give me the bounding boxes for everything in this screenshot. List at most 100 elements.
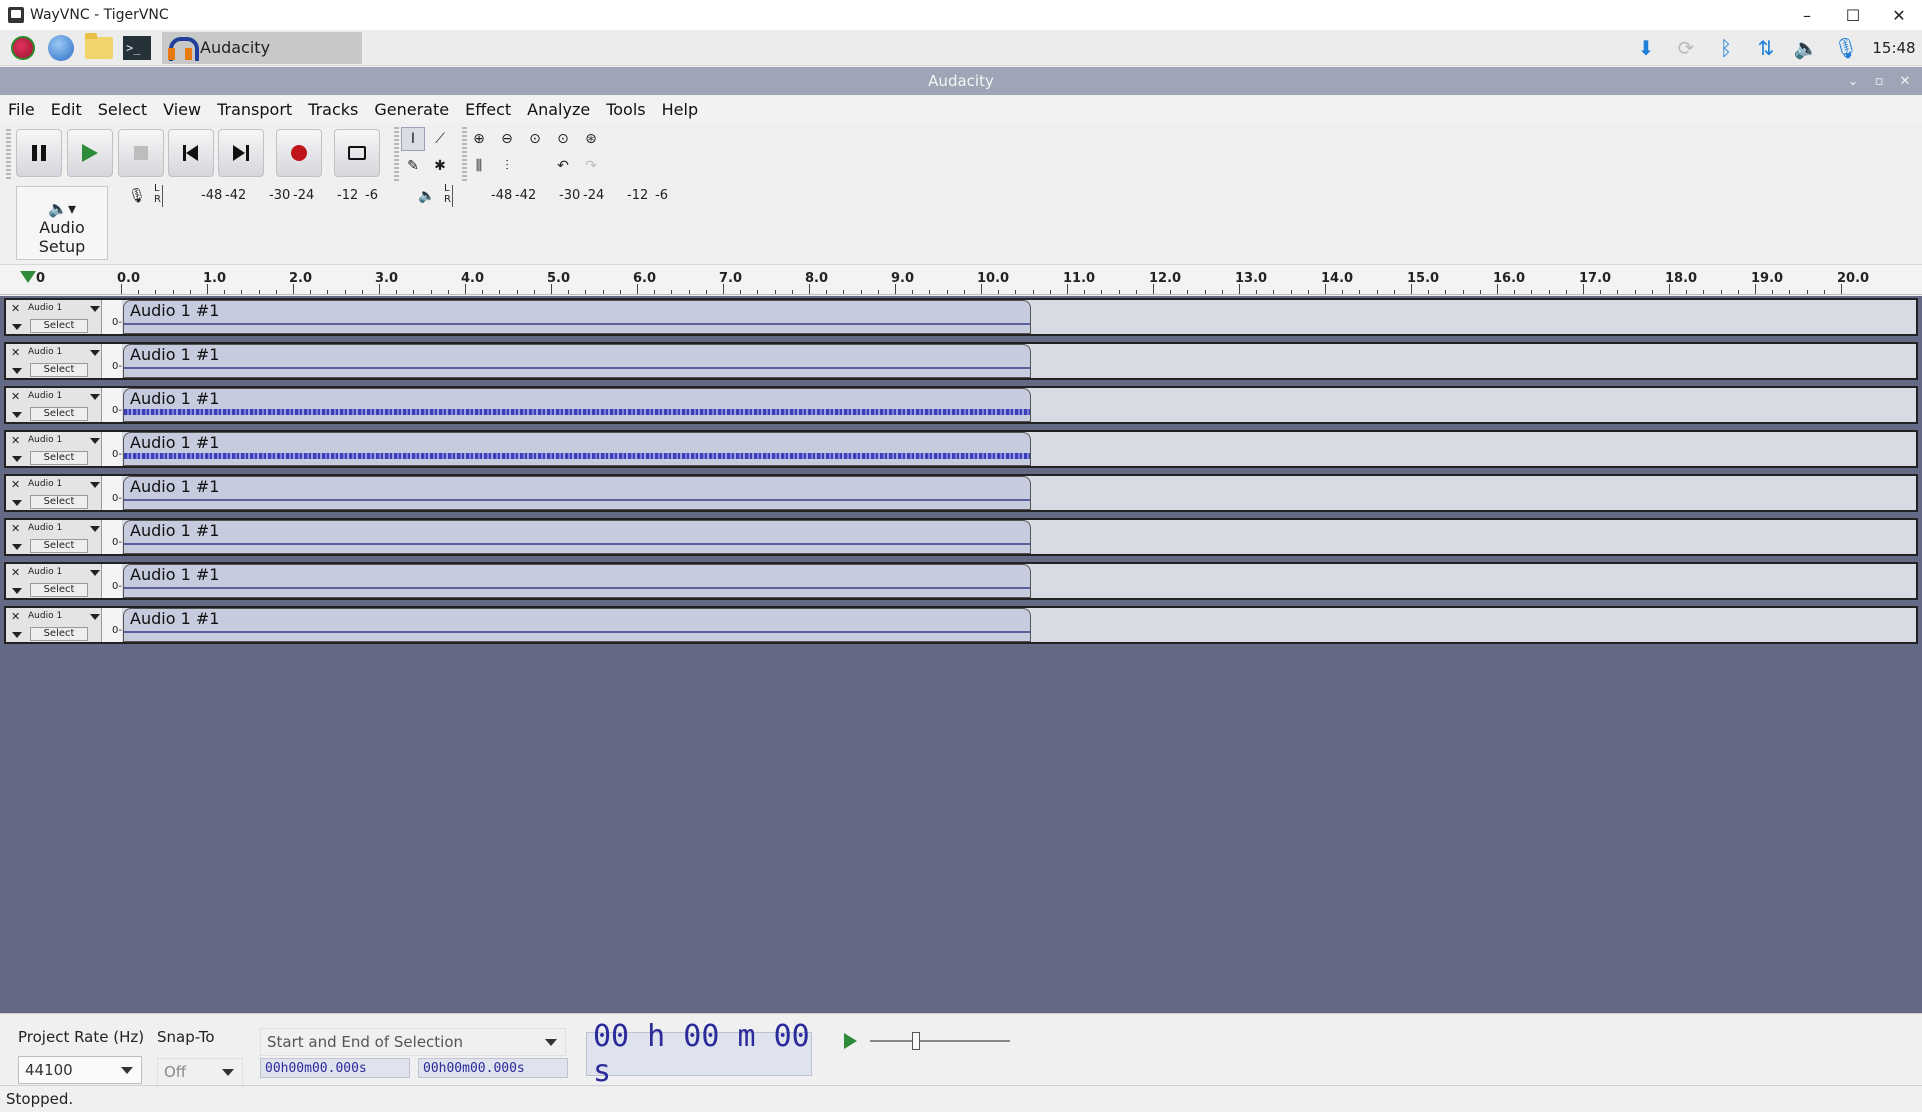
selection-mode-combo[interactable]: Start and End of Selection [260, 1028, 566, 1056]
track[interactable]: ✕ Audio 1 Select 0- Audio 1 #1 [4, 298, 1918, 336]
snap-to-combo[interactable]: Off [157, 1058, 243, 1086]
selection-start-time[interactable]: 00h00m00.000s [260, 1058, 410, 1078]
clip-name[interactable]: Audio 1 #1 [130, 433, 219, 452]
record-button[interactable] [276, 129, 322, 177]
collapse-track-icon[interactable] [12, 324, 22, 330]
menu-file[interactable]: File [0, 100, 43, 119]
track-control-panel[interactable]: ✕ Audio 1 Select [6, 608, 102, 642]
track-empty-area[interactable] [1033, 300, 1916, 334]
track-name[interactable]: Audio 1 [28, 347, 62, 357]
redo-button[interactable]: ↷ [579, 154, 603, 178]
menu-effect[interactable]: Effect [457, 100, 519, 119]
track-select-button[interactable]: Select [30, 319, 88, 333]
collapse-track-icon[interactable] [12, 500, 22, 506]
vertical-scale[interactable]: 0- [102, 520, 122, 554]
selection-tool[interactable]: I [401, 127, 425, 151]
vertical-scale[interactable]: 0- [102, 564, 122, 598]
track-empty-area[interactable] [1033, 388, 1916, 422]
raspberry-menu-button[interactable] [8, 33, 38, 63]
track-control-panel[interactable]: ✕ Audio 1 Select [6, 300, 102, 334]
close-button[interactable]: ✕ [1876, 0, 1922, 30]
trim-button[interactable]: ⫼ [467, 154, 491, 178]
draw-tool[interactable]: ✎ [401, 154, 425, 178]
audio-clip[interactable]: Audio 1 #1 [123, 564, 1031, 598]
zoom-out-button[interactable]: ⊖ [495, 127, 519, 151]
file-manager-launcher[interactable] [84, 32, 114, 63]
vertical-scale[interactable]: 0- [102, 432, 122, 466]
track[interactable]: ✕ Audio 1 Select 0- Audio 1 #1 [4, 474, 1918, 512]
project-rate-combo[interactable]: 44100 [18, 1056, 142, 1084]
fit-selection-button[interactable]: ⊙ [523, 127, 547, 151]
clip-name[interactable]: Audio 1 #1 [130, 301, 219, 320]
audio-setup-button[interactable]: 🔈▾ Audio Setup [16, 186, 108, 260]
play-head-icon[interactable] [20, 271, 36, 283]
microphone-icon[interactable]: 🎙 [1826, 33, 1866, 63]
track-empty-area[interactable] [1033, 564, 1916, 598]
terminal-launcher[interactable]: >_ [122, 33, 152, 63]
collapse-track-icon[interactable] [12, 456, 22, 462]
track-select-button[interactable]: Select [30, 451, 88, 465]
slider-thumb[interactable] [912, 1032, 920, 1050]
track-control-panel[interactable]: ✕ Audio 1 Select [6, 520, 102, 554]
clip-name[interactable]: Audio 1 #1 [130, 389, 219, 408]
play-button[interactable] [67, 129, 113, 177]
audio-clip[interactable]: Audio 1 #1 [123, 300, 1031, 334]
track-control-panel[interactable]: ✕ Audio 1 Select [6, 432, 102, 466]
track-menu-chevron-icon[interactable] [90, 394, 100, 400]
audio-clip[interactable]: Audio 1 #1 [123, 476, 1031, 510]
track-menu-chevron-icon[interactable] [90, 614, 100, 620]
track-name[interactable]: Audio 1 [28, 523, 62, 533]
zoom-in-button[interactable]: ⊕ [467, 127, 491, 151]
restore-icon[interactable]: ▫ [1866, 74, 1892, 89]
track-control-panel[interactable]: ✕ Audio 1 Select [6, 344, 102, 378]
track-menu-chevron-icon[interactable] [90, 438, 100, 444]
track-control-panel[interactable]: ✕ Audio 1 Select [6, 564, 102, 598]
menu-view[interactable]: View [155, 100, 209, 119]
track-name[interactable]: Audio 1 [28, 391, 62, 401]
track[interactable]: ✕ Audio 1 Select 0- Audio 1 #1 [4, 430, 1918, 468]
toolbar-grip[interactable] [394, 127, 399, 181]
timeline-ruler[interactable]: 0 0.0 1.0 2.0 3.0 4.0 5.0 6.0 7.0 8.0 9.0 10.0 11.0 1… [0, 265, 1922, 295]
track-select-button[interactable]: Select [30, 363, 88, 377]
volume-icon[interactable]: 🔈 [1786, 33, 1826, 63]
chevron-down-icon[interactable]: ⌄ [1840, 74, 1866, 89]
collapse-track-icon[interactable] [12, 632, 22, 638]
track[interactable]: ✕ Audio 1 Select 0- Audio 1 #1 [4, 606, 1918, 644]
collapse-track-icon[interactable] [12, 544, 22, 550]
menu-edit[interactable]: Edit [43, 100, 90, 119]
track-control-panel[interactable]: ✕ Audio 1 Select [6, 476, 102, 510]
track-select-button[interactable]: Select [30, 627, 88, 641]
clip-name[interactable]: Audio 1 #1 [130, 345, 219, 364]
toolbar-grip[interactable] [6, 129, 11, 179]
audio-clip[interactable]: Audio 1 #1 [123, 388, 1031, 422]
close-track-icon[interactable]: ✕ [11, 522, 20, 535]
silence-button[interactable]: ⫶ [495, 154, 519, 178]
track[interactable]: ✕ Audio 1 Select 0- Audio 1 #1 [4, 562, 1918, 600]
playback-meter[interactable]: 🔈 L R -48 -42 -30 -24 -12 -6 [416, 183, 692, 207]
browser-launcher[interactable] [46, 33, 76, 63]
track-control-panel[interactable]: ✕ Audio 1 Select [6, 388, 102, 422]
menu-tracks[interactable]: Tracks [300, 100, 366, 119]
clip-name[interactable]: Audio 1 #1 [130, 521, 219, 540]
vertical-scale[interactable]: 0- [102, 388, 122, 422]
track[interactable]: ✕ Audio 1 Select 0- Audio 1 #1 [4, 386, 1918, 424]
audio-clip[interactable]: Audio 1 #1 [123, 432, 1031, 466]
play-at-speed-button[interactable] [836, 1028, 864, 1054]
loop-button[interactable] [334, 129, 380, 177]
track-menu-chevron-icon[interactable] [90, 526, 100, 532]
clip-name[interactable]: Audio 1 #1 [130, 565, 219, 584]
multi-tool[interactable]: ✱ [428, 154, 452, 178]
skip-to-start-button[interactable] [168, 129, 214, 177]
audio-clip[interactable]: Audio 1 #1 [123, 608, 1031, 642]
clip-name[interactable]: Audio 1 #1 [130, 609, 219, 628]
time-display[interactable]: 00 h 00 m 00 s [586, 1019, 812, 1089]
close-track-icon[interactable]: ✕ [11, 434, 20, 447]
playback-speed-slider[interactable] [870, 1032, 1010, 1050]
update-icon[interactable]: ⬇ [1626, 33, 1666, 63]
stop-button[interactable] [118, 129, 164, 177]
bluetooth-icon[interactable]: ᛒ [1706, 33, 1746, 63]
close-track-icon[interactable]: ✕ [11, 346, 20, 359]
menu-transport[interactable]: Transport [209, 100, 300, 119]
track-select-button[interactable]: Select [30, 407, 88, 421]
close-track-icon[interactable]: ✕ [11, 478, 20, 491]
